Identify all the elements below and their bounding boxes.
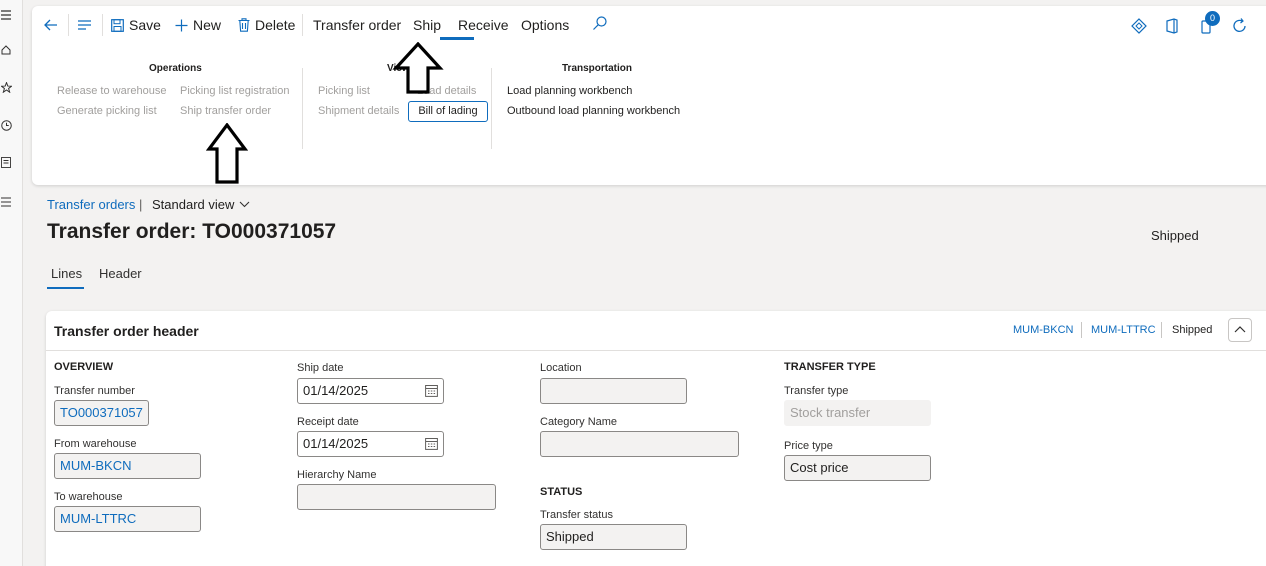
view-selector[interactable]: Standard view — [152, 197, 250, 212]
summary-divider — [1161, 322, 1162, 338]
to-warehouse-field[interactable]: MUM-LTTRC — [54, 506, 201, 532]
chevron-up-icon — [1234, 326, 1246, 333]
receipt-date-field[interactable]: 01/14/2025 — [297, 431, 444, 457]
group-divider — [302, 68, 303, 149]
annotation-arrow-up-icon — [206, 123, 248, 184]
category-name-field[interactable] — [540, 431, 739, 457]
release-to-warehouse-button[interactable]: Release to warehouse — [57, 85, 166, 97]
page-title: Transfer order: TO000371057 — [47, 220, 337, 243]
trash-icon — [238, 18, 250, 32]
receipt-date-label: Receipt date — [297, 416, 359, 428]
ship-date-label: Ship date — [297, 362, 344, 374]
hamburger-icon[interactable] — [0, 9, 12, 23]
back-arrow-icon — [44, 19, 57, 31]
plus-icon — [175, 19, 188, 31]
toolbar-divider — [302, 14, 303, 36]
section-status: STATUS — [540, 486, 583, 498]
picking-list-registration-button[interactable]: Picking list registration — [180, 85, 289, 97]
toolbar: Save New Delete Transfer order Ship Rece… — [32, 6, 1266, 42]
toolbar-divider — [102, 14, 103, 36]
save-button[interactable]: Save — [111, 16, 161, 34]
category-name-label: Category Name — [540, 416, 618, 428]
group-title-operations: Operations — [149, 63, 202, 74]
summary-status: Shipped — [1172, 324, 1213, 336]
shipment-details-button[interactable]: Shipment details — [318, 105, 399, 117]
delete-label: Delete — [255, 17, 296, 33]
hierarchy-name-field[interactable] — [297, 484, 496, 510]
bill-of-lading-button[interactable]: Bill of lading — [408, 101, 488, 122]
transfer-order-header-card: Transfer order header MUM-BKCN MUM-LTTRC… — [46, 311, 1266, 566]
price-type-field[interactable]: Cost price — [784, 455, 931, 481]
ship-date-field[interactable]: 01/14/2025 — [297, 378, 444, 404]
calendar-icon[interactable] — [425, 384, 438, 397]
status-badge: Shipped — [1151, 228, 1199, 243]
group-divider — [491, 68, 492, 149]
modules-list-icon[interactable] — [0, 196, 12, 210]
diamond-icon[interactable] — [1131, 18, 1149, 36]
to-warehouse-label: To warehouse — [54, 491, 123, 503]
search-icon[interactable] — [592, 15, 608, 31]
price-type-label: Price type — [784, 440, 833, 452]
nav-rail — [0, 0, 23, 566]
save-label: Save — [129, 17, 161, 33]
section-overview: OVERVIEW — [54, 361, 114, 373]
back-button[interactable] — [43, 16, 58, 34]
picking-list-button[interactable]: Picking list — [318, 85, 370, 97]
from-warehouse-field[interactable]: MUM-BKCN — [54, 453, 201, 479]
summary-to-warehouse[interactable]: MUM-LTTRC — [1091, 324, 1156, 336]
breadcrumb-separator: | — [139, 197, 143, 212]
chevron-down-icon — [240, 201, 250, 208]
transfer-status-field[interactable]: Shipped — [540, 524, 687, 550]
ship-transfer-order-button[interactable]: Ship transfer order — [180, 105, 271, 117]
notification-badge: 0 — [1205, 11, 1220, 26]
new-button[interactable]: New — [175, 16, 221, 34]
group-title-transportation: Transportation — [562, 63, 633, 74]
transfer-type-field: Stock transfer — [784, 400, 931, 426]
annotation-arrow-up-icon — [392, 42, 444, 94]
toolbar-divider — [68, 14, 69, 36]
transfer-type-label: Transfer type — [784, 385, 849, 397]
location-label: Location — [540, 362, 582, 374]
summary-divider — [1081, 322, 1082, 338]
transfer-number-field[interactable]: TO000371057 — [54, 400, 149, 426]
new-label: New — [193, 17, 222, 33]
workspaces-icon[interactable] — [0, 157, 12, 171]
transfer-status-label: Transfer status — [540, 509, 613, 521]
active-tab-indicator — [47, 287, 84, 289]
summary-from-warehouse[interactable]: MUM-BKCN — [1013, 324, 1074, 336]
card-title: Transfer order header — [54, 323, 199, 339]
delete-button[interactable]: Delete — [238, 16, 295, 34]
tab-lines[interactable]: Lines — [51, 266, 82, 281]
transfer-number-label: Transfer number — [54, 385, 135, 397]
breadcrumb-transfer-orders-link[interactable]: Transfer orders — [47, 197, 135, 212]
tab-header[interactable]: Header — [99, 266, 142, 281]
receipt-date-value: 01/14/2025 — [303, 436, 369, 451]
calendar-icon[interactable] — [425, 437, 438, 450]
section-transfer-type: TRANSFER TYPE — [784, 361, 876, 373]
outbound-load-planning-workbench-button[interactable]: Outbound load planning workbench — [507, 105, 680, 117]
refresh-icon[interactable] — [1232, 18, 1250, 36]
tab-receive[interactable]: Receive — [458, 16, 509, 34]
menu-button[interactable] — [77, 16, 92, 34]
home-icon[interactable] — [0, 44, 12, 58]
active-tab-indicator — [440, 37, 474, 40]
view-selector-label: Standard view — [152, 197, 235, 212]
save-disk-icon — [111, 18, 124, 32]
action-pane: Save New Delete Transfer order Ship Rece… — [32, 6, 1266, 185]
lines-menu-icon — [78, 20, 91, 30]
tab-ship[interactable]: Ship — [413, 16, 441, 34]
favorites-star-icon[interactable] — [0, 81, 13, 96]
load-planning-workbench-button[interactable]: Load planning workbench — [507, 85, 632, 97]
ship-date-value: 01/14/2025 — [303, 383, 369, 398]
tab-options[interactable]: Options — [521, 16, 569, 34]
generate-picking-list-button[interactable]: Generate picking list — [57, 105, 157, 117]
from-warehouse-label: From warehouse — [54, 438, 137, 450]
location-field[interactable] — [540, 378, 687, 404]
card-header-divider — [46, 350, 1266, 351]
tab-transfer-order[interactable]: Transfer order — [313, 16, 401, 34]
recent-clock-icon[interactable] — [0, 120, 12, 134]
collapse-button[interactable] — [1228, 318, 1252, 342]
hierarchy-name-label: Hierarchy Name — [297, 469, 377, 481]
office-icon[interactable] — [1165, 18, 1183, 36]
